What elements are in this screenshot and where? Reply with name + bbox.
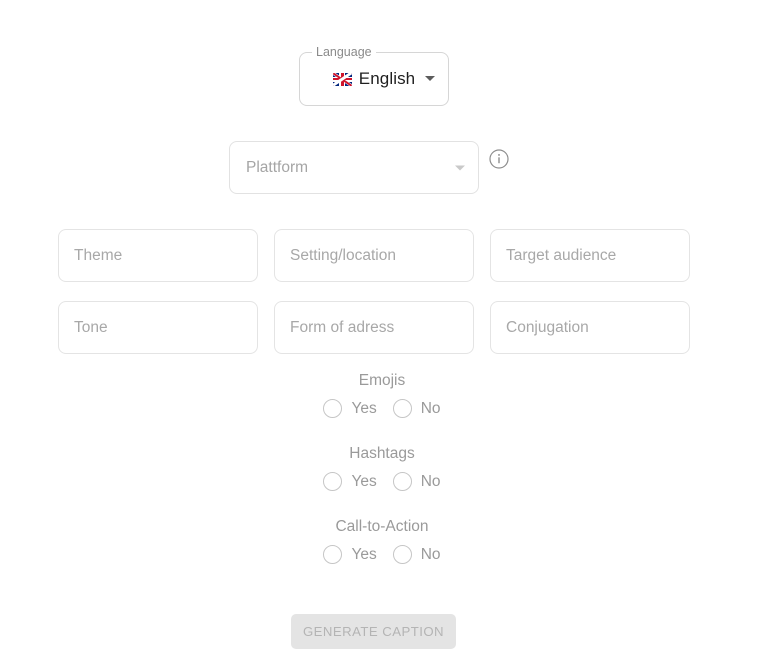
hashtags-no-label: No xyxy=(420,472,441,490)
radio-circle-icon[interactable] xyxy=(323,472,343,491)
target-audience-field[interactable]: Target audience xyxy=(490,229,690,282)
radio-circle-icon[interactable] xyxy=(392,399,412,418)
chevron-down-icon[interactable] xyxy=(455,165,465,170)
call-to-action-group-title: Call-to-Action xyxy=(335,518,429,535)
emojis-radio-group: Emojis Yes No xyxy=(0,372,764,418)
call-to-action-no-option[interactable]: No xyxy=(392,545,441,564)
call-to-action-no-label: No xyxy=(420,545,441,563)
hashtags-radio-group: Hashtags Yes No xyxy=(0,445,764,491)
uk-flag-icon xyxy=(332,72,352,86)
platform-select-placeholder: Plattform xyxy=(246,158,309,176)
hashtags-yes-label: Yes xyxy=(351,472,377,490)
hashtags-group-title: Hashtags xyxy=(349,445,415,462)
form-of-adress-field-placeholder: Form of adress xyxy=(290,318,395,336)
tone-field[interactable]: Tone xyxy=(58,301,258,354)
emojis-options: Yes No xyxy=(0,399,764,418)
radio-circle-icon[interactable] xyxy=(323,545,343,564)
hashtags-no-option[interactable]: No xyxy=(392,472,441,491)
tone-field-placeholder: Tone xyxy=(74,318,108,336)
emojis-no-label: No xyxy=(420,399,441,417)
conjugation-field-placeholder: Conjugation xyxy=(506,318,589,336)
hashtags-yes-option[interactable]: Yes xyxy=(323,472,377,491)
emojis-group-title: Emojis xyxy=(358,372,406,389)
theme-field[interactable]: Theme xyxy=(58,229,258,282)
language-select[interactable]: Language English xyxy=(299,44,449,106)
caption-generator-form: Language English Plattform Theme Setting… xyxy=(0,0,764,665)
info-circle-icon[interactable] xyxy=(489,149,509,169)
form-of-adress-field[interactable]: Form of adress xyxy=(274,301,474,354)
radio-circle-icon[interactable] xyxy=(392,472,412,491)
target-audience-field-placeholder: Target audience xyxy=(506,246,617,264)
emojis-yes-label: Yes xyxy=(351,399,377,417)
call-to-action-yes-label: Yes xyxy=(351,545,377,563)
radio-circle-icon[interactable] xyxy=(392,545,412,564)
hashtags-options: Yes No xyxy=(0,472,764,491)
language-select-value: English xyxy=(358,69,416,88)
radio-circle-icon[interactable] xyxy=(323,399,343,418)
call-to-action-options: Yes No xyxy=(0,545,764,564)
call-to-action-radio-group: Call-to-Action Yes No xyxy=(0,518,764,564)
call-to-action-yes-option[interactable]: Yes xyxy=(323,545,377,564)
setting-field-placeholder: Setting/location xyxy=(290,246,396,264)
emojis-no-option[interactable]: No xyxy=(392,399,441,418)
chevron-down-icon[interactable] xyxy=(425,76,435,81)
theme-field-placeholder: Theme xyxy=(74,246,123,264)
emojis-yes-option[interactable]: Yes xyxy=(323,399,377,418)
setting-field[interactable]: Setting/location xyxy=(274,229,474,282)
generate-caption-button[interactable]: GENERATE CAPTION xyxy=(291,614,456,649)
platform-select[interactable]: Plattform xyxy=(229,141,479,194)
conjugation-field[interactable]: Conjugation xyxy=(490,301,690,354)
